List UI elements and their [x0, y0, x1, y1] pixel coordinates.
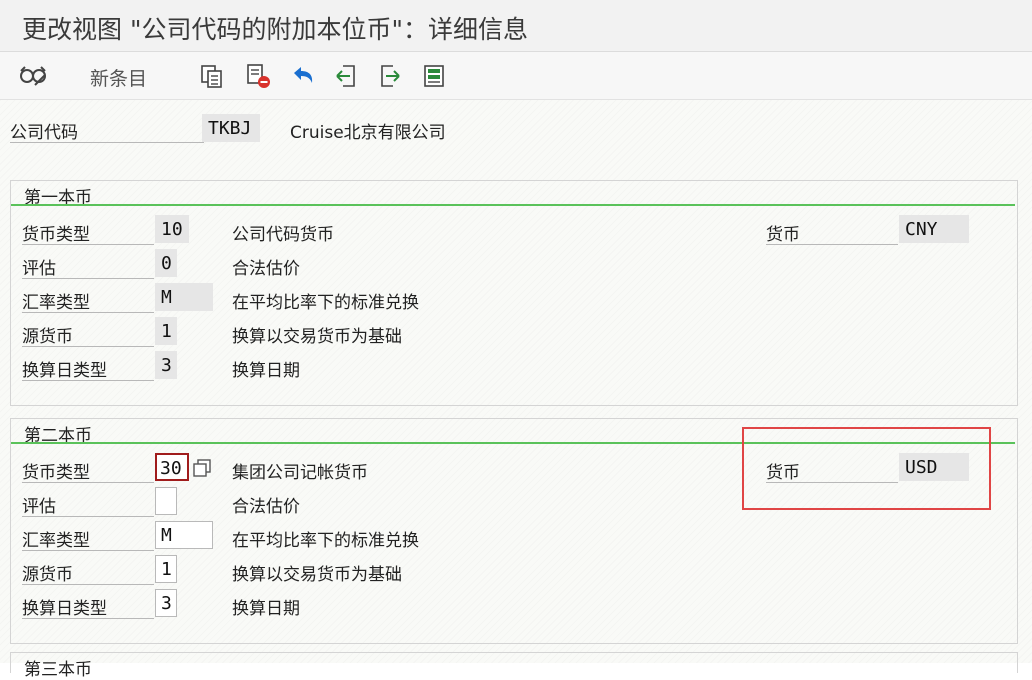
translation-date-type-field[interactable]: 3 [155, 351, 177, 379]
source-currency-desc: 换算以交易货币为基础 [232, 327, 402, 347]
group-title-third-currency: 第三本币 [24, 660, 92, 680]
translation-date-type-desc: 换算日期 [232, 599, 300, 619]
valuation-label: 评估 [22, 254, 154, 279]
highlight-box [742, 427, 991, 510]
delete-icon[interactable] [243, 61, 273, 91]
select-all-icon[interactable] [419, 61, 449, 91]
rate-type-label: 汇率类型 [22, 526, 154, 551]
currency-type-input[interactable]: 30 [155, 453, 189, 481]
valuation-desc: 合法估价 [232, 497, 300, 517]
translation-date-type-label: 换算日类型 [22, 356, 154, 381]
currency-field[interactable]: CNY [899, 215, 969, 243]
copy-icon[interactable] [197, 61, 227, 91]
currency-type-label: 货币类型 [22, 458, 154, 483]
rate-type-field[interactable]: M [155, 283, 213, 311]
page-title: 更改视图 "公司代码的附加本位币"：详细信息 [22, 15, 528, 44]
rate-type-desc: 在平均比率下的标准兑换 [232, 293, 419, 313]
valuation-input[interactable] [155, 487, 177, 515]
source-currency-label: 源货币 [22, 322, 154, 347]
new-entries-button[interactable]: 新条目 [90, 64, 147, 91]
translation-date-type-desc: 换算日期 [232, 361, 300, 381]
currency-type-field[interactable]: 10 [155, 215, 189, 243]
rate-type-label: 汇率类型 [22, 288, 154, 313]
currency-label: 货币 [766, 220, 898, 245]
valuation-field[interactable]: 0 [155, 249, 177, 277]
rate-type-desc: 在平均比率下的标准兑换 [232, 531, 419, 551]
translation-date-type-label: 换算日类型 [22, 594, 154, 619]
source-currency-input[interactable]: 1 [155, 555, 177, 583]
glasses-display-change-icon[interactable] [18, 61, 48, 91]
currency-type-desc: 公司代码货币 [232, 225, 334, 245]
valuation-label: 评估 [22, 492, 154, 517]
next-entry-icon[interactable] [375, 61, 405, 91]
group-divider [11, 204, 1015, 206]
company-code-field[interactable]: TKBJ [202, 114, 260, 142]
translation-date-type-input[interactable]: 3 [155, 589, 177, 617]
company-name: Cruise北京有限公司 [290, 123, 446, 143]
currency-type-desc: 集团公司记帐货币 [232, 463, 368, 483]
rate-type-input[interactable]: M [155, 521, 213, 549]
toolbar: 新条目 [0, 52, 1032, 100]
source-currency-field[interactable]: 1 [155, 317, 177, 345]
previous-entry-icon[interactable] [331, 61, 361, 91]
source-currency-desc: 换算以交易货币为基础 [232, 565, 402, 585]
title-bar: 更改视图 "公司代码的附加本位币"：详细信息 [0, 0, 1032, 52]
currency-type-label: 货币类型 [22, 220, 154, 245]
f4-help-icon[interactable] [190, 453, 214, 483]
company-code-label: 公司代码 [10, 118, 204, 143]
undo-icon[interactable] [287, 61, 317, 91]
valuation-desc: 合法估价 [232, 259, 300, 279]
source-currency-label: 源货币 [22, 560, 154, 585]
